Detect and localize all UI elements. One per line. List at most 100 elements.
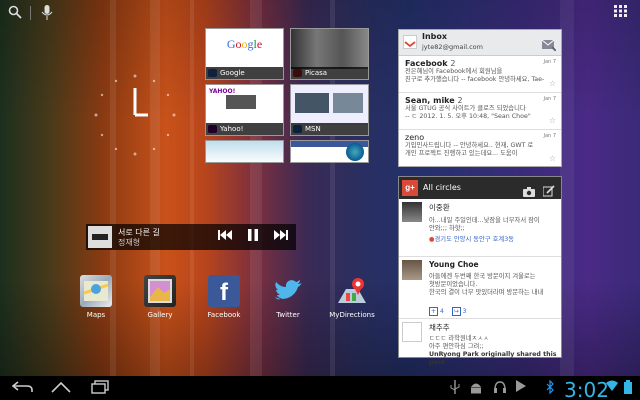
email-snippet-line2: 친구로 추가했습니다 -- facebook 안녕하세요, Tae- [405,76,545,83]
usb-icon [450,380,460,398]
compose-icon[interactable] [541,36,557,55]
song-artist: 정재형 [118,238,141,247]
google-plus-icon: g+ [402,180,418,196]
plus-one-count: 4 [439,308,444,315]
mydirections-icon [336,275,368,307]
bookmark-picasa[interactable]: Picasa [290,28,369,80]
avatar [402,322,422,342]
post-text-line1: ㄷㄷㄷ 라학원네ㅈㅅㅅ [429,335,489,342]
bookmark-label: Yahoo! [206,123,283,135]
battery-icon [624,380,632,398]
music-widget[interactable]: 서로 다른 길 정재형 [86,224,296,250]
post-text-line2: 아주 편안하심 그려;; [429,343,484,350]
app-gallery[interactable]: Gallery [138,275,182,319]
gplus-post[interactable]: Young Choe 아들에겐 두번째 한국 방문이지 겨울로는 첫방문이었습니… [399,257,561,319]
twitter-icon [272,275,304,307]
bookmark-yahoo[interactable]: YAHOO! Yahoo! [205,84,284,136]
post-text-line3: 한국의 결이 너무 맛있더라며 방문하는 내내 [429,289,544,296]
email-sender: Sean, mike [405,96,455,105]
gplus-header: g+ All circles [399,177,561,199]
post-text-line2: 첫방문이었습니다. [429,281,478,288]
wifi-icon [606,380,618,396]
email-sender: zeno [405,133,425,142]
star-icon[interactable]: ☆ [549,154,556,163]
plus-one-icon[interactable]: + [429,307,439,316]
gmail-inbox-widget: Inbox jyte82@gmail.com Facebook 2 Jan 7 … [398,29,562,167]
home-icon[interactable] [50,380,72,398]
bookmarks-widget: Google Google Picasa YAHOO! Yahoo! MSN [205,28,370,163]
gplus-circle-title[interactable]: All circles [423,183,461,192]
email-snippet-line1: 전은혜님이 Facebook에서 회원님을 [405,68,503,75]
email-snippet-line2: 개인 프로젝트 진행하고 있는데요... 도움이 [405,150,518,157]
globe-icon [346,143,364,161]
app-label: Maps [86,311,106,319]
play-store-icon [516,380,526,396]
gmail-icon [403,35,417,49]
email-item[interactable]: Facebook 2 Jan 7 전은혜님이 Facebook에서 회원님을 친… [399,56,561,93]
email-item[interactable]: Sean, mike 2 Jan 7 서울 GTUG 공식 사이트가 클로즈 되… [399,93,561,130]
app-mydirections[interactable]: MyDirections [328,275,376,319]
analog-clock-widget [90,70,180,160]
inbox-title: Inbox [422,32,448,41]
bookmark-label: MSN [291,123,368,135]
inbox-header[interactable]: Inbox jyte82@gmail.com [399,30,561,56]
system-nav-bar: 3:02 [0,376,640,400]
email-count: 2 [450,59,456,68]
gallery-icon [144,275,176,307]
app-facebook[interactable]: f Facebook [202,275,246,319]
share-icon[interactable]: ↪ [451,307,461,316]
share-count: 3 [462,308,467,315]
album-art [88,226,112,248]
app-label: MyDirections [329,311,375,319]
bookmark-google[interactable]: Google Google [205,28,284,80]
apps-grid-icon[interactable] [612,5,630,23]
bookmark-label: Picasa [291,67,368,79]
email-date: Jan 7 [543,96,556,102]
email-count: 2 [457,96,463,105]
post-location[interactable]: 경기도 안양시 동안구 호계3동 [435,236,515,243]
app-maps[interactable]: Maps [74,275,118,319]
email-date: Jan 7 [543,59,556,65]
email-snippet-line1: 기입민사드립니다 -- 안녕하세요.. 현재, GWT 로 [405,142,534,149]
mic-icon[interactable] [38,5,56,23]
bookmark-facebook[interactable] [290,140,369,163]
maps-icon [80,275,112,307]
android-debug-icon [470,380,482,398]
bluetooth-icon [546,379,554,398]
email-item[interactable]: zeno Jan 7 기입민사드립니다 -- 안녕하세요.. 현재, GWT 로… [399,130,561,167]
top-bar [0,0,640,28]
post-author: Young Choe [429,260,479,269]
status-clock[interactable]: 3:02 [564,378,609,400]
back-icon[interactable] [11,380,34,398]
star-icon[interactable]: ☆ [549,79,556,88]
google-plus-widget: g+ All circles 이중환 아...내일 주일인데...낮잠을 너무자… [398,176,562,366]
email-snippet-line2: -- ㄷ 2012. 1. 5. 오후 10:48, "Sean Choe" [405,113,531,120]
app-label: Facebook [207,311,241,319]
gplus-post[interactable]: 채추추 ㄷㄷㄷ 라학원네ㅈㅅㅅ 아주 편안하심 그려;; UnRyong Par… [399,319,561,366]
app-label: Twitter [276,311,300,319]
star-icon[interactable]: ☆ [549,116,556,125]
inbox-account: jyte82@gmail.com [422,43,483,51]
avatar [402,260,422,280]
email-snippet-line1: 서울 GTUG 공식 사이트가 클로즈 되었습니다 [405,105,526,112]
post-text-line1: 아...내일 주일인데...낮잠을 너무자서 잠이 [429,217,540,224]
bookmark-msn[interactable]: MSN [290,84,369,136]
post-author: 채추추 [429,323,450,332]
facebook-icon: f [208,275,240,307]
previous-track-icon[interactable] [216,229,234,245]
app-twitter[interactable]: Twitter [266,275,310,319]
gplus-post[interactable]: 이중환 아...내일 주일인데...낮잠을 너무자서 잠이 안와;;; 하핫;;… [399,199,561,257]
app-label: Gallery [147,311,173,319]
search-icon[interactable] [6,5,24,23]
post-text-line3: UnRyong Park originally shared this post [429,351,557,366]
pause-icon[interactable] [244,229,262,245]
bookmark-twitter[interactable] [205,140,284,163]
avatar [402,202,422,222]
post-text-line2: 안와;;; 하핫;; [429,225,465,232]
bookmark-label: Google [206,67,283,79]
email-date: Jan 7 [543,133,556,139]
next-track-icon[interactable] [272,229,290,245]
headphones-icon [494,380,506,398]
recent-apps-icon[interactable] [90,380,110,398]
email-sender: Facebook [405,59,448,68]
